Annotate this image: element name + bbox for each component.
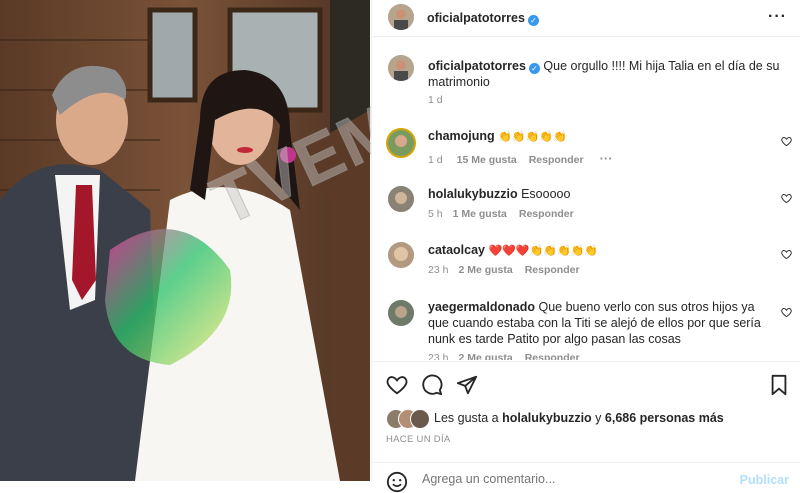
comment-likes[interactable]: 1 Me gusta (453, 208, 507, 220)
likes-user[interactable]: holalukybuzzio (502, 411, 592, 425)
likes-prefix: Les gusta a (434, 411, 503, 425)
like-comment-icon[interactable] (781, 193, 792, 204)
commenter-avatar[interactable] (386, 128, 416, 158)
like-comment-icon[interactable] (781, 249, 792, 260)
comment-item: yaegermaldonado Que bueno verlo con sus … (372, 298, 800, 360)
like-comment-icon[interactable] (781, 307, 792, 318)
commenter-avatar[interactable] (388, 242, 414, 268)
publish-button[interactable]: Publicar (740, 473, 789, 487)
commenter-avatar[interactable] (388, 300, 414, 326)
bookmark-icon[interactable] (769, 374, 789, 396)
commenter-username[interactable]: holalukybuzzio (428, 187, 518, 201)
comment-bar: Publicar (372, 462, 800, 493)
author-avatar[interactable] (388, 4, 414, 30)
comment-text: Esooooo (521, 187, 571, 201)
comment-more-icon[interactable]: ··· (600, 151, 613, 166)
heart-icon[interactable] (386, 374, 408, 396)
emoji-icon[interactable] (386, 471, 408, 493)
post-header: oficialpatotorres ✓ ··· (372, 0, 800, 37)
comment-age[interactable]: 1 d (428, 154, 443, 166)
author-avatar-caption[interactable] (388, 55, 414, 81)
comment-age[interactable]: 23 h (428, 264, 448, 276)
caption-age[interactable]: 1 d (428, 94, 443, 106)
comment-likes[interactable]: 2 Me gusta (458, 352, 512, 360)
post-side-panel: oficialpatotorres ✓ ··· oficialpatotorres… (371, 0, 800, 493)
comment-text: 👏👏👏👏👏 (498, 131, 567, 143)
liker-avatars[interactable] (386, 409, 430, 429)
reply-button[interactable]: Responder (525, 352, 580, 360)
commenter-avatar[interactable] (388, 186, 414, 212)
like-comment-icon[interactable] (781, 136, 792, 147)
comment-icon[interactable] (421, 374, 443, 396)
verified-icon: ✓ (527, 15, 539, 26)
share-icon[interactable] (456, 374, 478, 396)
comment-text: ❤️❤️❤️👏👏👏👏👏 (488, 245, 599, 257)
reply-button[interactable]: Responder (519, 208, 574, 220)
likes-count[interactable]: 6,686 personas más (605, 411, 724, 425)
post-actions: Les gusta a holalukybuzzio y 6,686 perso… (372, 361, 800, 493)
commenter-username[interactable]: cataolcay (428, 243, 485, 257)
post-photo[interactable] (0, 0, 370, 481)
comment-age[interactable]: 23 h (428, 352, 448, 360)
verified-icon: ✓ (528, 63, 540, 74)
comment-age[interactable]: 5 h (428, 208, 443, 220)
more-options-icon[interactable]: ··· (768, 8, 787, 26)
reply-button[interactable]: Responder (525, 264, 580, 276)
comment-likes[interactable]: 15 Me gusta (457, 154, 517, 166)
caption-username[interactable]: oficialpatotorres (428, 59, 526, 73)
reply-button[interactable]: Responder (529, 154, 584, 166)
commenter-username[interactable]: chamojung (428, 129, 495, 143)
comment-input[interactable] (420, 471, 704, 487)
author-username[interactable]: oficialpatotorres (427, 11, 525, 25)
post-timestamp[interactable]: HACE UN DÍA (386, 434, 451, 445)
likes-mid: y (591, 411, 605, 425)
comment-likes[interactable]: 2 Me gusta (458, 264, 512, 276)
wedding-photo (0, 0, 370, 481)
commenter-username[interactable]: yaegermaldonado (428, 300, 535, 314)
